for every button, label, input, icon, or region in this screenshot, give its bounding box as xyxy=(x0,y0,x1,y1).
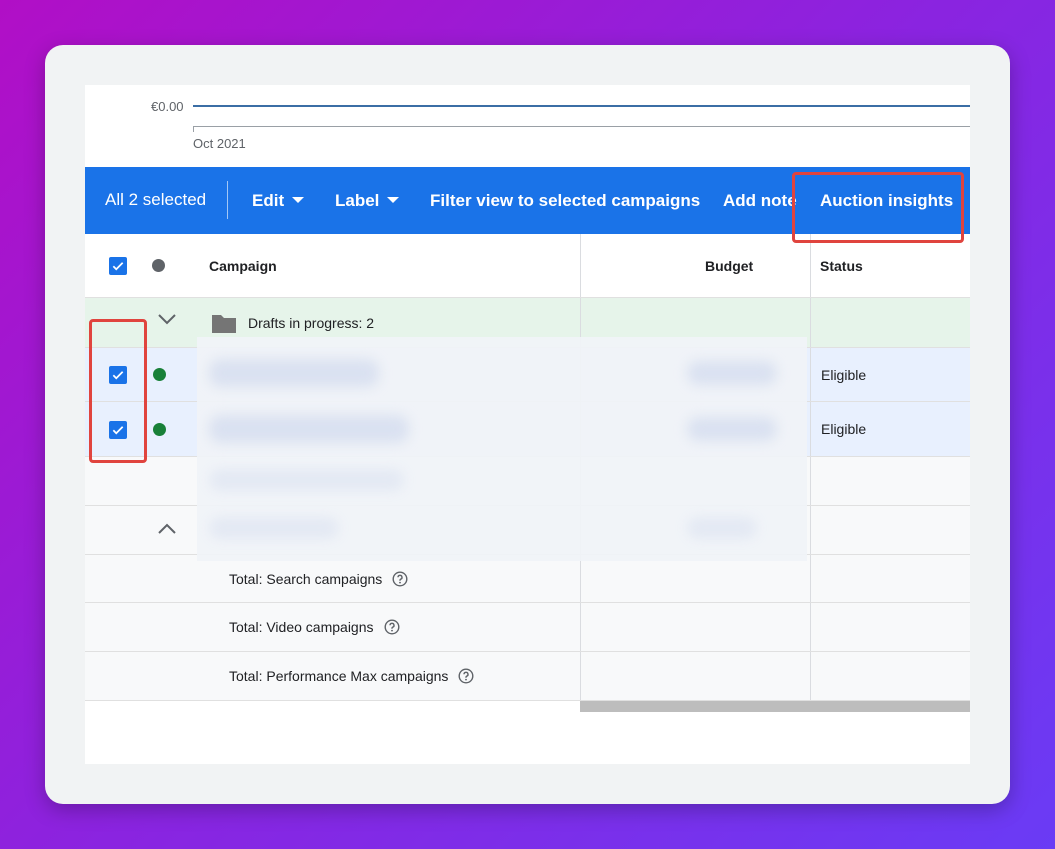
table-header-row: Campaign Budget Status xyxy=(85,234,970,298)
column-divider xyxy=(810,603,811,651)
column-divider xyxy=(810,234,811,297)
redacted-value xyxy=(687,417,777,441)
total-row: Total: Performance Max campaigns xyxy=(85,652,970,701)
status-dot-icon xyxy=(153,423,166,436)
column-divider xyxy=(810,402,811,456)
redaction-overlay xyxy=(197,337,807,561)
help-icon[interactable] xyxy=(392,570,408,587)
label-button-label: Label xyxy=(335,191,380,210)
total-label: Total: Video campaigns xyxy=(229,603,400,651)
expand-chevron-icon[interactable] xyxy=(157,522,177,541)
folder-icon xyxy=(211,312,237,339)
row-status: Eligible xyxy=(821,421,867,437)
total-label: Total: Performance Max campaigns xyxy=(229,652,474,700)
redacted-value xyxy=(687,361,777,385)
edit-button[interactable]: Edit xyxy=(252,167,305,234)
row-status: Eligible xyxy=(821,366,867,383)
total-row: Total: Video campaigns xyxy=(85,603,970,652)
add-note-button[interactable]: Add note xyxy=(723,167,797,234)
column-divider xyxy=(810,298,811,347)
column-divider xyxy=(810,652,811,700)
horizontal-scrollbar[interactable] xyxy=(580,701,970,712)
total-row: Total: Search campaigns xyxy=(85,555,970,603)
x-axis-label: Oct 2021 xyxy=(193,136,246,151)
status-dot-icon xyxy=(153,368,166,381)
performance-chart: €0.00 Oct 2021 xyxy=(85,85,970,167)
action-bar-divider xyxy=(227,181,228,219)
help-icon[interactable] xyxy=(383,619,400,635)
checkmark-icon xyxy=(112,262,124,271)
redacted-value xyxy=(687,517,757,539)
total-pmax-label: Total: Performance Max campaigns xyxy=(229,668,449,684)
column-divider xyxy=(810,506,811,554)
redacted-text xyxy=(209,469,404,491)
column-divider xyxy=(580,652,581,700)
select-all-checkbox[interactable] xyxy=(109,257,127,275)
help-icon[interactable] xyxy=(458,668,474,684)
column-divider xyxy=(810,555,811,602)
chart-series-line xyxy=(193,105,970,107)
status-column-header[interactable]: Status xyxy=(820,234,863,297)
status-header-dot-icon xyxy=(152,259,165,272)
total-video-label: Total: Video campaigns xyxy=(229,619,374,635)
redacted-text xyxy=(209,415,409,443)
label-button[interactable]: Label xyxy=(335,167,400,234)
campaign-column-header[interactable]: Campaign xyxy=(209,234,277,297)
edit-caret-icon xyxy=(292,196,305,203)
row-checkboxes-highlight xyxy=(89,319,147,463)
budget-column-header[interactable]: Budget xyxy=(705,234,753,297)
label-caret-icon xyxy=(387,196,400,203)
selected-count: All 2 selected xyxy=(105,190,207,209)
column-divider xyxy=(580,603,581,651)
redacted-text xyxy=(209,517,339,539)
redacted-text xyxy=(209,359,379,387)
column-divider xyxy=(580,234,581,297)
edit-button-label: Edit xyxy=(252,191,285,210)
auction-insights-highlight xyxy=(792,172,964,243)
total-label: Total: Search campaigns xyxy=(229,555,408,602)
total-search-label: Total: Search campaigns xyxy=(229,570,383,587)
column-divider xyxy=(810,457,811,505)
filter-view-button[interactable]: Filter view to selected campaigns xyxy=(430,167,700,234)
x-axis xyxy=(193,126,970,127)
column-divider xyxy=(810,348,811,401)
column-divider xyxy=(580,555,581,602)
y-axis-label: €0.00 xyxy=(151,99,184,114)
x-axis-tick xyxy=(193,126,194,132)
collapse-chevron-icon[interactable] xyxy=(157,312,177,331)
